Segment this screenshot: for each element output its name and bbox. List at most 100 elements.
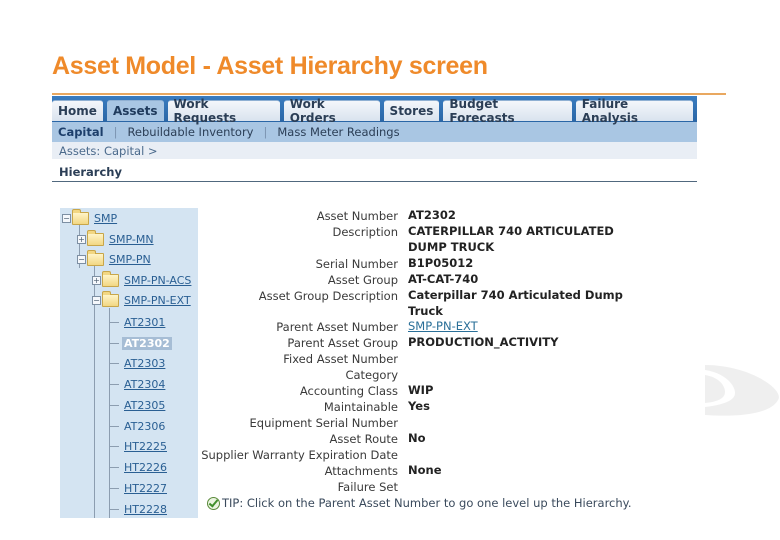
tree-node-smp-pn-acs[interactable]: + SMP-PN-ACS xyxy=(92,270,191,290)
collapse-icon[interactable]: − xyxy=(62,214,71,223)
tab-work-requests[interactable]: Work Requests xyxy=(168,100,280,121)
tree-node-smp-pn-ext[interactable]: − SMP-PN-EXT xyxy=(92,290,191,310)
title-divider xyxy=(52,93,726,95)
field-value: AT-CAT-740 xyxy=(408,272,623,288)
field-label: Maintainable xyxy=(200,399,408,415)
tree-leaf[interactable]: AT2303 xyxy=(124,353,165,373)
subnav-capital[interactable]: Capital xyxy=(52,125,110,139)
detail-row-asset-number: Asset Number AT2302 xyxy=(200,208,623,224)
tree-leaf-label[interactable]: AT2301 xyxy=(124,316,165,329)
tab-assets[interactable]: Assets xyxy=(107,100,164,121)
tip-text: TIP: Click on the Parent Asset Number to… xyxy=(222,496,631,510)
field-label: Parent Asset Number xyxy=(200,319,408,335)
field-value: AT2302 xyxy=(408,208,623,224)
tree-connector xyxy=(94,306,95,518)
asset-details: Asset Number AT2302 Description CATERPIL… xyxy=(200,208,623,495)
tree-leaf-label[interactable]: HT2226 xyxy=(124,461,167,474)
field-label: Description xyxy=(200,224,408,240)
field-label: Asset Route xyxy=(200,431,408,447)
field-label: Asset Group xyxy=(200,272,408,288)
tree-node-smp-mn[interactable]: + SMP-MN xyxy=(77,229,154,249)
tree-leaf-label[interactable]: HT2228 xyxy=(124,503,167,516)
tree-leaf-label[interactable]: AT2302 xyxy=(122,337,172,350)
tree-leaf-label[interactable]: HT2227 xyxy=(124,482,167,495)
subnav-separator: | xyxy=(110,125,122,139)
folder-icon xyxy=(102,294,119,307)
tree-leaf-label[interactable]: HT2225 xyxy=(124,440,167,453)
tree-leaf[interactable]: AT2305 xyxy=(124,395,165,415)
subnav-rebuildable-inventory[interactable]: Rebuildable Inventory xyxy=(121,125,259,139)
tree-node-smp-pn[interactable]: − SMP-PN xyxy=(77,249,151,269)
expand-icon[interactable]: + xyxy=(77,235,86,244)
tree-node-label[interactable]: SMP-PN xyxy=(109,253,151,266)
parent-asset-link[interactable]: SMP-PN-EXT xyxy=(408,319,478,333)
subnav-mass-meter-readings[interactable]: Mass Meter Readings xyxy=(271,125,405,139)
tree-node-label[interactable]: SMP-PN-ACS xyxy=(124,274,191,287)
collapse-icon[interactable]: − xyxy=(92,296,101,305)
field-label: Category xyxy=(200,367,408,383)
folder-icon xyxy=(102,274,119,287)
breadcrumb[interactable]: Assets: Capital > xyxy=(52,142,697,159)
tree-leaf[interactable]: HT2226 xyxy=(124,457,167,477)
detail-row-fixed-asset-number: Fixed Asset Number xyxy=(200,351,623,367)
tree-connector xyxy=(109,384,119,385)
detail-row-description: Description CATERPILLAR 740 ARTICULATED … xyxy=(200,224,623,256)
field-value: Caterpillar 740 Articulated Dump Truck xyxy=(408,288,623,319)
field-label: Supplier Warranty Expiration Date xyxy=(200,447,408,463)
field-label: Equipment Serial Number xyxy=(200,415,408,431)
tab-home[interactable]: Home xyxy=(52,100,103,121)
tree-connector xyxy=(109,467,119,468)
app-frame: Home Assets Work Requests Work Orders St… xyxy=(52,96,697,182)
tree-connector xyxy=(109,322,119,323)
tree-connector xyxy=(109,405,119,406)
tab-stores[interactable]: Stores xyxy=(384,100,440,121)
field-label: Fixed Asset Number xyxy=(200,351,408,367)
tree-leaf[interactable]: HT2225 xyxy=(124,436,167,456)
tree-connector xyxy=(109,446,119,447)
field-label: Parent Asset Group xyxy=(200,335,408,351)
field-label: Attachments xyxy=(200,463,408,479)
tree-connector xyxy=(109,343,119,344)
tab-budget-forecasts[interactable]: Budget Forecasts xyxy=(443,100,571,121)
hierarchy-tree: − SMP + SMP-MN − SMP-PN + SMP-PN-ACS − S… xyxy=(60,208,198,518)
detail-row-failure-set: Failure Set xyxy=(200,479,623,495)
detail-row-parent-asset-group: Parent Asset Group PRODUCTION_ACTIVITY xyxy=(200,335,623,351)
tree-leaf[interactable]: AT2306 xyxy=(124,416,165,436)
tree-leaf[interactable]: HT2227 xyxy=(124,478,167,498)
detail-row-category: Category xyxy=(200,367,623,383)
field-value: B1P05012 xyxy=(408,256,623,272)
field-label: Accounting Class xyxy=(200,383,408,399)
tree-connector xyxy=(109,488,119,489)
slide-title: Asset Model - Asset Hierarchy screen xyxy=(52,52,488,81)
detail-row-asset-group: Asset Group AT-CAT-740 xyxy=(200,272,623,288)
field-value: No xyxy=(408,431,623,447)
tree-leaf-label[interactable]: AT2305 xyxy=(124,399,165,412)
tree-node-label[interactable]: SMP-PN-EXT xyxy=(124,294,191,307)
tree-leaf-label[interactable]: AT2304 xyxy=(124,378,165,391)
expand-icon[interactable]: + xyxy=(92,276,101,285)
tree-connector xyxy=(109,509,119,510)
field-label: Asset Number xyxy=(200,208,408,224)
collapse-icon[interactable]: − xyxy=(77,255,86,264)
tree-node-label[interactable]: SMP xyxy=(94,212,117,225)
tree-leaf[interactable]: AT2301 xyxy=(124,312,165,332)
tree-leaf[interactable]: HT2228 xyxy=(124,499,167,518)
tree-node-smp[interactable]: − SMP xyxy=(62,208,117,228)
field-value: CATERPILLAR 740 ARTICULATED DUMP TRUCK xyxy=(408,224,623,255)
main-tab-bar: Home Assets Work Requests Work Orders St… xyxy=(52,96,697,122)
field-label: Failure Set xyxy=(200,479,408,495)
detail-row-attachments: Attachments None xyxy=(200,463,623,479)
field-label: Serial Number xyxy=(200,256,408,272)
tree-leaf[interactable]: AT2304 xyxy=(124,374,165,394)
field-value: Yes xyxy=(408,399,623,415)
field-value: PRODUCTION_ACTIVITY xyxy=(408,335,623,351)
tree-connector xyxy=(109,426,119,427)
tree-node-label[interactable]: SMP-MN xyxy=(109,233,154,246)
field-value[interactable]: None xyxy=(408,463,623,479)
tree-leaf-label[interactable]: AT2306 xyxy=(124,420,165,433)
tree-leaf-label[interactable]: AT2303 xyxy=(124,357,165,370)
tree-leaf-selected[interactable]: AT2302 xyxy=(122,333,172,353)
tip-message: TIP: Click on the Parent Asset Number to… xyxy=(207,496,631,510)
tab-work-orders[interactable]: Work Orders xyxy=(284,100,380,121)
tab-failure-analysis[interactable]: Failure Analysis xyxy=(576,100,693,121)
